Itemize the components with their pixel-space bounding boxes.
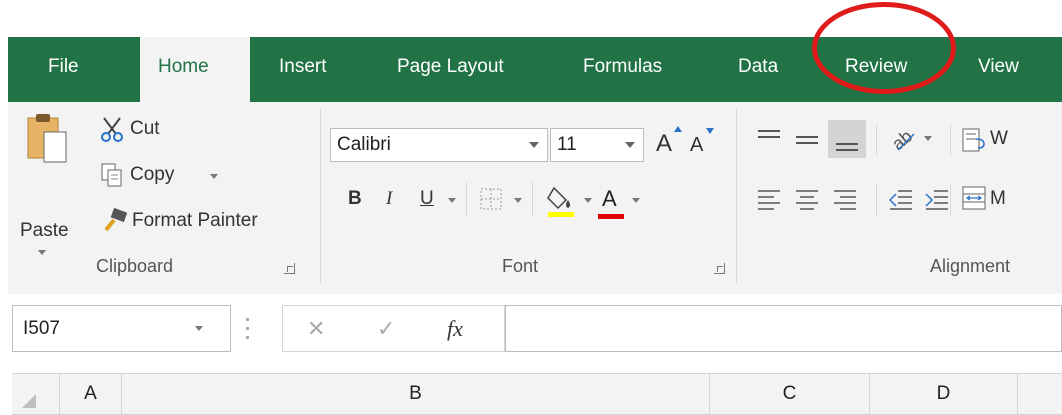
- font-name-value: Calibri: [337, 134, 391, 155]
- decrease-indent-icon[interactable]: [888, 188, 914, 210]
- orientation-dropdown-icon[interactable]: [924, 136, 932, 141]
- align-bottom-icon: [836, 143, 858, 151]
- tab-data[interactable]: Data: [738, 37, 778, 102]
- fill-color-icon[interactable]: [546, 182, 576, 218]
- font-color-dropdown-icon[interactable]: [632, 198, 640, 203]
- name-box[interactable]: I507: [12, 305, 231, 352]
- align-middle-icon[interactable]: [794, 128, 820, 154]
- group-divider: [736, 108, 737, 284]
- ribbon-tab-bar: File Home Insert Page Layout Formulas Da…: [8, 37, 1062, 102]
- merge-center-label[interactable]: M: [990, 188, 1006, 210]
- format-painter-button[interactable]: Format Painter: [100, 204, 305, 238]
- column-header-b[interactable]: B: [122, 374, 710, 414]
- column-header-c[interactable]: C: [710, 374, 870, 414]
- copy-dropdown-icon[interactable]: [210, 174, 218, 179]
- tab-page-layout[interactable]: Page Layout: [397, 37, 504, 102]
- font-divider: [532, 182, 533, 216]
- clipboard-dialog-launcher-icon[interactable]: [284, 263, 295, 274]
- cut-button[interactable]: Cut: [100, 112, 190, 146]
- enter-icon[interactable]: ✓: [377, 316, 395, 342]
- clipboard-group: Paste Cut Copy Format Painter Clipboard: [8, 102, 310, 294]
- align-top-icon[interactable]: [756, 128, 782, 150]
- formula-input[interactable]: [505, 305, 1062, 352]
- shrink-font-button[interactable]: A: [690, 134, 703, 157]
- align-left-icon[interactable]: [756, 188, 782, 210]
- font-group: Calibri 11 A A B I U A Font: [326, 102, 736, 294]
- font-name-select[interactable]: Calibri: [330, 128, 548, 162]
- underline-dropdown-icon[interactable]: [448, 198, 456, 203]
- paste-button[interactable]: Paste: [18, 110, 88, 260]
- cancel-icon[interactable]: ✕: [307, 316, 325, 342]
- font-size-select[interactable]: 11: [550, 128, 644, 162]
- borders-icon[interactable]: [478, 186, 504, 212]
- tab-home[interactable]: Home: [140, 37, 250, 102]
- italic-button[interactable]: I: [386, 188, 392, 210]
- alignment-divider: [950, 184, 951, 216]
- font-color-swatch: [598, 214, 624, 219]
- select-all-icon: [22, 394, 36, 408]
- font-group-label: Font: [502, 256, 539, 276]
- merge-center-icon[interactable]: [962, 186, 988, 212]
- alignment-divider: [876, 184, 877, 216]
- tab-file[interactable]: File: [48, 37, 79, 102]
- wrap-text-label[interactable]: W: [990, 128, 1008, 150]
- column-header-d[interactable]: D: [870, 374, 1018, 414]
- font-size-value: 11: [557, 134, 577, 155]
- borders-dropdown-icon[interactable]: [514, 198, 522, 203]
- bold-button[interactable]: B: [348, 188, 362, 210]
- copy-label: Copy: [130, 164, 175, 185]
- formula-bar-grip-icon[interactable]: [246, 318, 250, 340]
- select-all-button[interactable]: [12, 374, 60, 414]
- formula-buttons: ✕ ✓ fx: [282, 305, 505, 352]
- font-name-dropdown-icon: [529, 142, 539, 148]
- align-bottom-button[interactable]: [828, 120, 866, 158]
- copy-icon: [101, 163, 122, 187]
- font-dialog-launcher-icon[interactable]: [714, 263, 725, 274]
- group-divider: [320, 108, 321, 284]
- ribbon: Paste Cut Copy Format Painter Clipboard …: [8, 102, 1062, 295]
- font-size-dropdown-icon: [625, 142, 635, 148]
- svg-text:ab: ab: [888, 126, 916, 154]
- tab-formulas[interactable]: Formulas: [583, 37, 662, 102]
- paste-dropdown-icon[interactable]: [38, 250, 46, 255]
- copy-button[interactable]: Copy: [100, 158, 230, 192]
- scissors-icon: [101, 117, 123, 142]
- paste-icon: [27, 114, 67, 163]
- tab-review[interactable]: Review: [845, 37, 907, 102]
- alignment-divider: [876, 124, 877, 156]
- insert-function-icon[interactable]: fx: [447, 316, 463, 342]
- underline-button[interactable]: U: [420, 188, 434, 210]
- name-box-value: I507: [23, 318, 60, 339]
- format-painter-label: Format Painter: [132, 210, 258, 231]
- orientation-icon[interactable]: ab: [888, 124, 918, 154]
- alignment-divider: [950, 124, 951, 156]
- alignment-group-label: Alignment: [930, 256, 1011, 276]
- grow-font-button[interactable]: A: [656, 130, 672, 158]
- increase-indent-icon[interactable]: [924, 188, 950, 210]
- column-header-a[interactable]: A: [60, 374, 122, 414]
- fill-color-dropdown-icon[interactable]: [584, 198, 592, 203]
- name-box-dropdown-icon[interactable]: [195, 326, 203, 331]
- wrap-text-icon[interactable]: [962, 128, 988, 152]
- align-right-icon[interactable]: [832, 188, 858, 210]
- format-painter-icon: [104, 208, 128, 232]
- paste-label: Paste: [20, 220, 69, 241]
- tab-view[interactable]: View: [978, 37, 1019, 102]
- column-header-row: A B C D: [12, 373, 1062, 415]
- grow-font-icon: [674, 126, 682, 132]
- shrink-font-icon: [706, 128, 714, 134]
- font-color-button[interactable]: A: [602, 186, 617, 212]
- tab-insert[interactable]: Insert: [279, 37, 327, 102]
- alignment-group: ab W M Alignment: [740, 102, 1062, 294]
- cut-label: Cut: [130, 118, 160, 139]
- font-divider: [466, 182, 467, 216]
- align-center-icon[interactable]: [794, 188, 820, 210]
- clipboard-group-label: Clipboard: [96, 256, 174, 276]
